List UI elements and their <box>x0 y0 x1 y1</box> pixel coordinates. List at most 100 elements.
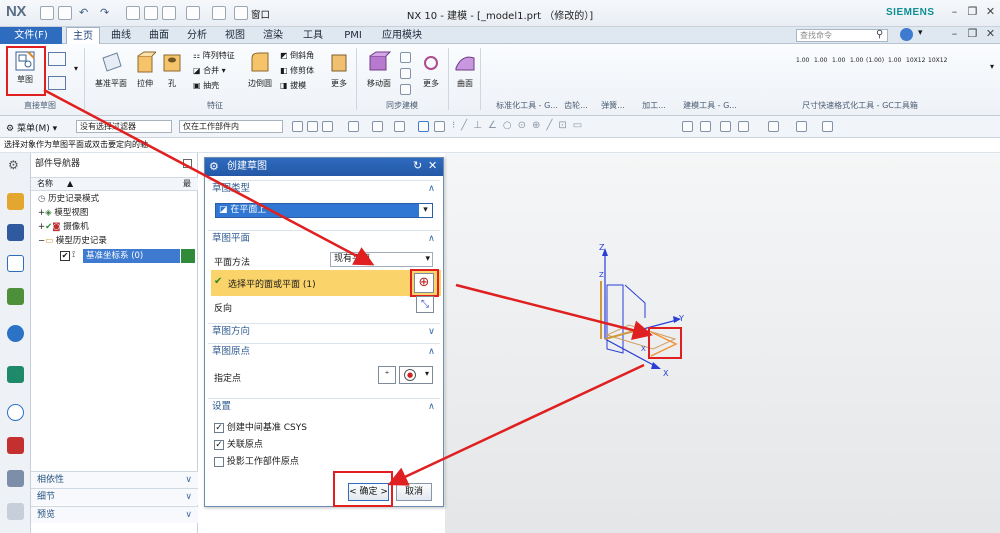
hd3d-tools-icon[interactable] <box>7 325 24 342</box>
view-screen-icon[interactable] <box>700 121 711 132</box>
nav-item-model-history[interactable]: −▭ 模型历史记录 <box>38 234 198 248</box>
pattern-feature-button[interactable]: ⚏ 阵列特征 <box>193 50 235 61</box>
reverse-direction-icon[interactable]: ⤡ <box>416 296 434 313</box>
section-settings[interactable]: 设置 ∧ <box>208 398 440 414</box>
roles-icon[interactable] <box>7 503 24 520</box>
accordion-details[interactable]: 细节 ∨ <box>31 488 198 505</box>
rectangle-icon[interactable] <box>48 76 66 90</box>
render-style-icon[interactable] <box>768 121 779 132</box>
option-project-origin[interactable]: 投影工作部件原点 <box>214 454 299 467</box>
menu-button[interactable]: ⚙ 菜单(M) ▾ <box>6 121 57 134</box>
move-face-button[interactable]: 移动面 <box>362 48 396 89</box>
part-navigator-icon[interactable] <box>7 255 24 272</box>
option-create-csys[interactable]: ✓ 创建中间基准 CSYS <box>214 420 307 433</box>
tab-curve[interactable]: 曲线 <box>104 27 138 44</box>
extrude-button[interactable]: 拉伸 <box>132 48 158 89</box>
dim-style-5[interactable]: (1.00) <box>866 57 884 64</box>
search-icon[interactable]: ⚲ <box>876 29 883 40</box>
shell-button[interactable]: ▣ 抽壳 <box>193 80 219 91</box>
dialog-gear-icon[interactable]: ⚙ <box>209 160 219 173</box>
dim-style-8[interactable]: 10X12 <box>928 57 947 64</box>
dim-style-7[interactable]: 10X12 <box>906 57 925 64</box>
more-features-button[interactable]: 更多 <box>326 50 352 89</box>
misc-settings-icon[interactable] <box>822 121 833 132</box>
checkbox-unchecked[interactable] <box>214 456 224 467</box>
nav-item-history-mode[interactable]: ◷ 历史记录模式 <box>38 192 198 206</box>
sort-arrow-icon[interactable]: ▲ <box>67 178 73 190</box>
csys-triad[interactable]: Z Z Y X X <box>445 153 1000 533</box>
reuse-library-icon[interactable] <box>7 288 24 305</box>
ribbon-overflow-chevron-icon[interactable]: ▾ <box>990 62 994 71</box>
tab-view[interactable]: 视图 <box>218 27 252 44</box>
dim-style-2[interactable]: 1.00 <box>814 57 827 64</box>
process-studio-icon[interactable] <box>7 470 24 487</box>
tab-surface[interactable]: 曲面 <box>142 27 176 44</box>
dialog-close-icon[interactable]: ✕ <box>428 159 437 172</box>
view-orientation-icon[interactable] <box>434 121 445 132</box>
minimize-button[interactable]: – <box>947 5 962 20</box>
rectangle-select-icon[interactable] <box>372 121 383 132</box>
tab-applications[interactable]: 应用模块 <box>374 27 430 44</box>
snap-point-icon[interactable] <box>348 121 359 132</box>
sketch-type-dropdown[interactable]: ◪ 在平面上 ▾ <box>215 203 433 218</box>
accordion-dependencies[interactable]: 相依性 ∨ <box>31 471 198 488</box>
nav-item-cameras[interactable]: +✔◙ 摄像机 <box>38 220 198 234</box>
point-dialog-icon[interactable]: ⁺ <box>378 366 396 384</box>
constraint-navigator-icon[interactable] <box>7 224 24 241</box>
accordion-preview[interactable]: 预览 ∨ <box>31 506 198 523</box>
more-sync-button[interactable]: 更多 <box>418 50 444 89</box>
datum-csys-checkbox[interactable]: ✔ <box>60 251 70 261</box>
help-icon[interactable] <box>900 28 913 41</box>
cancel-button[interactable]: 取消 <box>396 483 432 501</box>
column-name-header[interactable]: 名称 <box>37 178 53 190</box>
history-icon[interactable] <box>7 404 24 421</box>
delete-face-icon[interactable] <box>400 84 411 95</box>
file-menu[interactable]: 文件(F) <box>0 27 62 44</box>
restore-button[interactable]: ❐ <box>965 5 980 20</box>
doc-close-button[interactable]: ✕ <box>983 27 998 42</box>
tab-pmi[interactable]: PMI <box>336 27 370 44</box>
view-fit-icon[interactable] <box>682 121 693 132</box>
tab-tools[interactable]: 工具 <box>296 27 330 44</box>
checkbox-checked[interactable]: ✓ <box>214 422 224 433</box>
dim-style-4[interactable]: 1.00 <box>850 57 863 64</box>
unite-button[interactable]: ◪ 合并 ▾ <box>193 65 226 76</box>
shaded-view-icon[interactable] <box>418 121 429 132</box>
draft-button[interactable]: ◨ 拔模 <box>280 80 306 91</box>
doc-minimize-button[interactable]: – <box>947 27 962 42</box>
type-filter-dropdown[interactable]: 没有选择过滤器 <box>76 120 172 133</box>
replace-face-icon[interactable] <box>400 68 411 79</box>
chamfer-button[interactable]: ◩ 倒斜角 <box>280 50 314 61</box>
tab-render[interactable]: 渲染 <box>256 27 290 44</box>
lasso-select-icon[interactable] <box>394 121 405 132</box>
nav-item-model-views[interactable]: +◈ 模型视图 <box>38 206 198 220</box>
close-window-button[interactable]: ✕ <box>983 5 998 20</box>
more-sketch-chevron-icon[interactable]: ▾ <box>74 64 78 73</box>
navigator-pin-icon[interactable] <box>183 159 192 168</box>
customize-icon[interactable]: ▾ <box>918 28 923 38</box>
dim-style-1[interactable]: 1.00 <box>796 57 809 64</box>
command-search-input[interactable]: 查找命令 <box>796 29 888 42</box>
refresh-view-icon[interactable] <box>720 121 731 132</box>
select-feature-icon[interactable] <box>322 121 333 132</box>
select-icon[interactable] <box>292 121 303 132</box>
offset-region-icon[interactable] <box>400 52 411 63</box>
checkbox-checked[interactable]: ✓ <box>214 439 224 450</box>
section-sketch-plane[interactable]: 草图平面 ∧ <box>208 230 440 246</box>
tab-analysis[interactable]: 分析 <box>180 27 214 44</box>
column-latest-header[interactable]: 最 <box>183 178 191 190</box>
reset-icon[interactable]: ↻ <box>413 159 422 172</box>
zoom-icon[interactable] <box>738 121 749 132</box>
section-sketch-type[interactable]: 草图类型 ∧ <box>208 180 440 196</box>
edge-blend-button[interactable]: 边倒圆 <box>242 48 278 89</box>
surface-button[interactable]: 曲面 <box>452 48 478 89</box>
point-type-dropdown[interactable]: ● ▾ <box>399 366 433 384</box>
dim-style-3[interactable]: 1.00 <box>832 57 845 64</box>
curve-icon[interactable] <box>48 52 66 66</box>
section-sketch-origin[interactable]: 草图原点 ∧ <box>208 343 440 359</box>
section-sketch-orientation[interactable]: 草图方向 ∨ <box>208 323 440 339</box>
hole-button[interactable]: 孔 <box>160 48 184 89</box>
doc-restore-button[interactable]: ❐ <box>965 27 980 42</box>
web-browser-icon[interactable] <box>7 366 24 383</box>
cube-view-icon[interactable] <box>796 121 807 132</box>
